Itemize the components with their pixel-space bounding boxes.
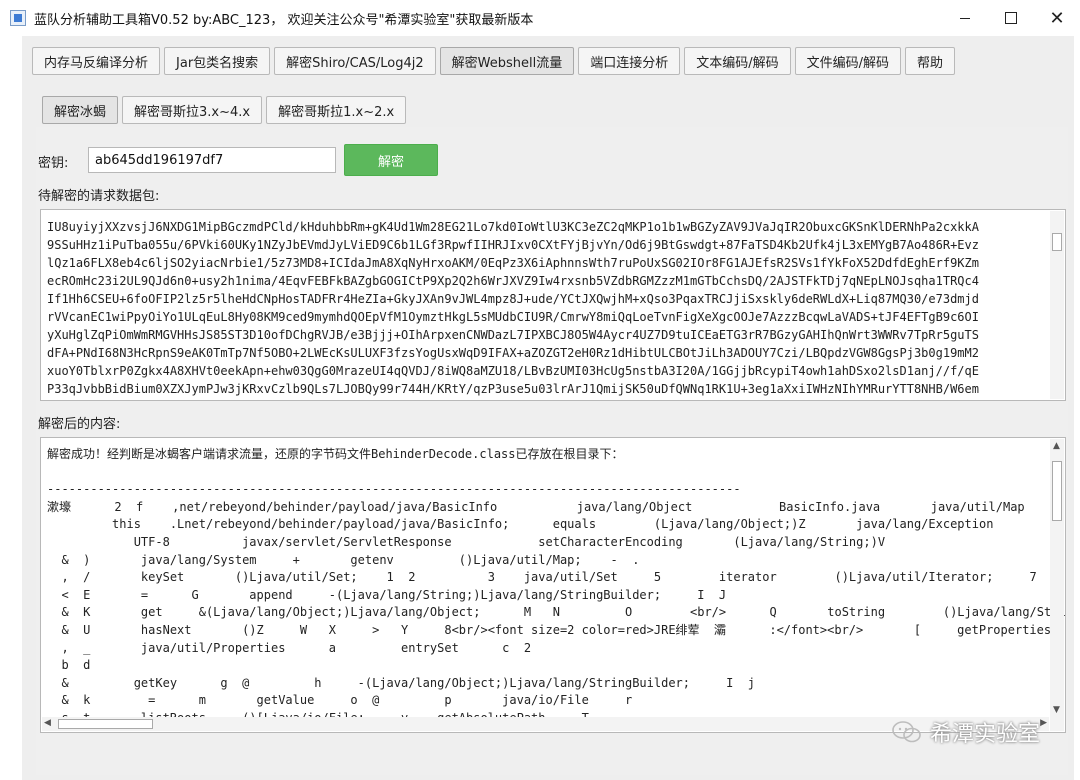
result-line: 解密成功！经判断是冰蝎客户端请求流量，还原的字节码文件BehinderDecod… <box>47 447 624 461</box>
result-textarea[interactable]: 解密成功！经判断是冰蝎客户端请求流量，还原的字节码文件BehinderDecod… <box>40 437 1066 733</box>
result-line: & ) java/lang/System + getenv ()Ljava/ut… <box>47 552 640 567</box>
request-textarea[interactable]: IU8uyiyjXXzvsjJ6NXDG1MipBGczmdPCld/kHduh… <box>40 209 1066 401</box>
result-vscroll-thumb[interactable] <box>1052 461 1062 521</box>
result-line: & K get &(Ljava/lang/Object;)Ljava/lang/… <box>47 605 1066 620</box>
result-line: b d <box>47 658 91 673</box>
window-controls: ✕ <box>942 0 1080 36</box>
result-line: & getKey g @ h -(Ljava/lang/Object;)Ljav… <box>47 675 756 690</box>
result-line: UTF-8 javax/servlet/ServletResponse setC… <box>47 534 886 549</box>
key-input[interactable] <box>88 147 336 173</box>
result-line: & k = m getValue o @ p java/io/File r <box>47 693 633 708</box>
watermark: 希潭实验室 <box>892 716 1040 748</box>
behinder-panel: 密钥: 解密 待解密的请求数据包: IU8uyiyjXXzvsjJ6NXDG1M… <box>36 127 1068 775</box>
request-vertical-scrollbar[interactable] <box>1050 211 1064 399</box>
close-icon: ✕ <box>1049 7 1065 29</box>
tab-decrypt-webshell[interactable]: 解密Webshell流量 <box>439 47 575 75</box>
window-title: 蓝队分析辅助工具箱V0.52 by:ABC_123， 欢迎关注公众号"希潭实验室… <box>34 12 534 28</box>
key-label: 密钥: <box>38 156 69 171</box>
decrypt-button[interactable]: 解密 <box>344 144 438 176</box>
scroll-up-icon[interactable]: ▲ <box>1053 441 1060 451</box>
app-icon <box>10 10 26 26</box>
tab-help[interactable]: 帮助 <box>905 47 956 75</box>
minimize-button[interactable] <box>942 0 988 36</box>
maximize-button[interactable] <box>988 0 1034 36</box>
request-line: xuoY0TblxrP0Zgkx4A8XHVt0eekApn+ehw03QgG0… <box>47 364 979 378</box>
result-line <box>47 464 1065 482</box>
tab-file-codec[interactable]: 文件编码/解码 <box>794 47 902 75</box>
result-label: 解密后的内容: <box>38 417 121 432</box>
close-button[interactable]: ✕ <box>1034 0 1080 36</box>
result-vertical-scrollbar[interactable]: ▲ ▼ <box>1050 439 1064 731</box>
tab-memory-shell[interactable]: 内存马反编译分析 <box>32 47 161 75</box>
tab-decrypt-godzilla-1-2[interactable]: 解密哥斯拉1.x~2.x <box>266 96 407 124</box>
request-line: dFA+PNdI68N3HcRpnS9eAK0TmTp7Nf5OBO+2LWEc… <box>47 346 979 360</box>
request-scroll-thumb[interactable] <box>1052 233 1062 251</box>
tab-text-codec[interactable]: 文本编码/解码 <box>684 47 791 75</box>
request-line: ecROmHc23i2UL9QJd6n0+usy2h1nima/4EqvFEBF… <box>47 274 979 288</box>
result-line: , / keySet ()Ljava/util/Set; 1 2 3 java/… <box>47 570 1037 585</box>
maximize-icon <box>1005 12 1017 24</box>
title-bar: 蓝队分析辅助工具箱V0.52 by:ABC_123， 欢迎关注公众号"希潭实验室… <box>0 0 1080 36</box>
result-hscroll-thumb[interactable] <box>58 719 153 729</box>
request-line: 9SSuHHz1iPuTba055u/6PVki60UKy1NZyJbEVmdJ… <box>47 238 979 252</box>
result-line: 漱壕 2 f ,net/rebeyond/behinder/payload/ja… <box>47 499 1025 514</box>
scroll-right-icon[interactable]: ▶ <box>1040 718 1047 728</box>
scroll-left-icon[interactable]: ◀ <box>44 718 51 728</box>
tab-decrypt-godzilla-3-4[interactable]: 解密哥斯拉3.x~4.x <box>122 96 263 124</box>
request-line: P33qJvbbBidBium0XZXJymPJw3jKRxvCzlb9QLs7… <box>47 382 979 396</box>
request-line: lQz1a6FLX8eb4c6ljSO2yiacNrbie1/5z73MD8+I… <box>47 256 979 270</box>
result-text: 解密成功！经判断是冰蝎客户端请求流量，还原的字节码文件BehinderDecod… <box>47 446 1066 728</box>
request-line: IU8uyiyjXXzvsjJ6NXDG1MipBGczmdPCld/kHduh… <box>47 220 979 234</box>
result-line: < E = G append -(Ljava/lang/String;)Ljav… <box>47 587 727 602</box>
request-line: i1ohmtntPVDoFo1cVQEI/EV2rca5+M76FqanJ+KV… <box>47 398 979 400</box>
request-text: IU8uyiyjXXzvsjJ6NXDG1MipBGczmdPCld/kHduh… <box>47 218 979 400</box>
minimize-icon <box>960 17 970 19</box>
result-line: ----------------------------------------… <box>47 482 741 497</box>
wechat-icon <box>892 721 921 743</box>
tab-jar-search[interactable]: Jar包类名搜索 <box>164 47 271 75</box>
watermark-text: 希潭实验室 <box>929 722 1040 747</box>
request-label: 待解密的请求数据包: <box>38 189 160 204</box>
request-line: rVVcanEC1wiPpyOiYo1ULqEuL8Hy08KM9ced9mym… <box>47 310 979 324</box>
result-line: & U hasNext ()Z W X > Y 8<br/><font size… <box>47 622 1052 637</box>
result-line: , _ java/util/Properties a entrySet c 2 <box>47 640 532 655</box>
result-line: this .Lnet/rebeyond/behinder/payload/jav… <box>47 517 994 532</box>
app-content: 内存马反编译分析 Jar包类名搜索 解密Shiro/CAS/Log4j2 解密W… <box>22 36 1074 780</box>
sub-tab-bar: 解密冰蝎 解密哥斯拉3.x~4.x 解密哥斯拉1.x~2.x <box>42 96 407 124</box>
tab-port-analysis[interactable]: 端口连接分析 <box>578 47 681 75</box>
request-line: If1Hh6CSEU+6foOFIP2lz5r5lheHdCNpHosTADFR… <box>47 292 979 306</box>
request-line: yXuHglZqPiOmWmRMGVHHsJS85ST3D10ofDChgRVJ… <box>47 328 979 342</box>
tab-decrypt-shiro[interactable]: 解密Shiro/CAS/Log4j2 <box>274 47 436 75</box>
tab-decrypt-behinder[interactable]: 解密冰蝎 <box>42 96 119 124</box>
main-tab-bar: 内存马反编译分析 Jar包类名搜索 解密Shiro/CAS/Log4j2 解密W… <box>32 47 956 75</box>
scroll-down-icon[interactable]: ▼ <box>1053 705 1060 715</box>
